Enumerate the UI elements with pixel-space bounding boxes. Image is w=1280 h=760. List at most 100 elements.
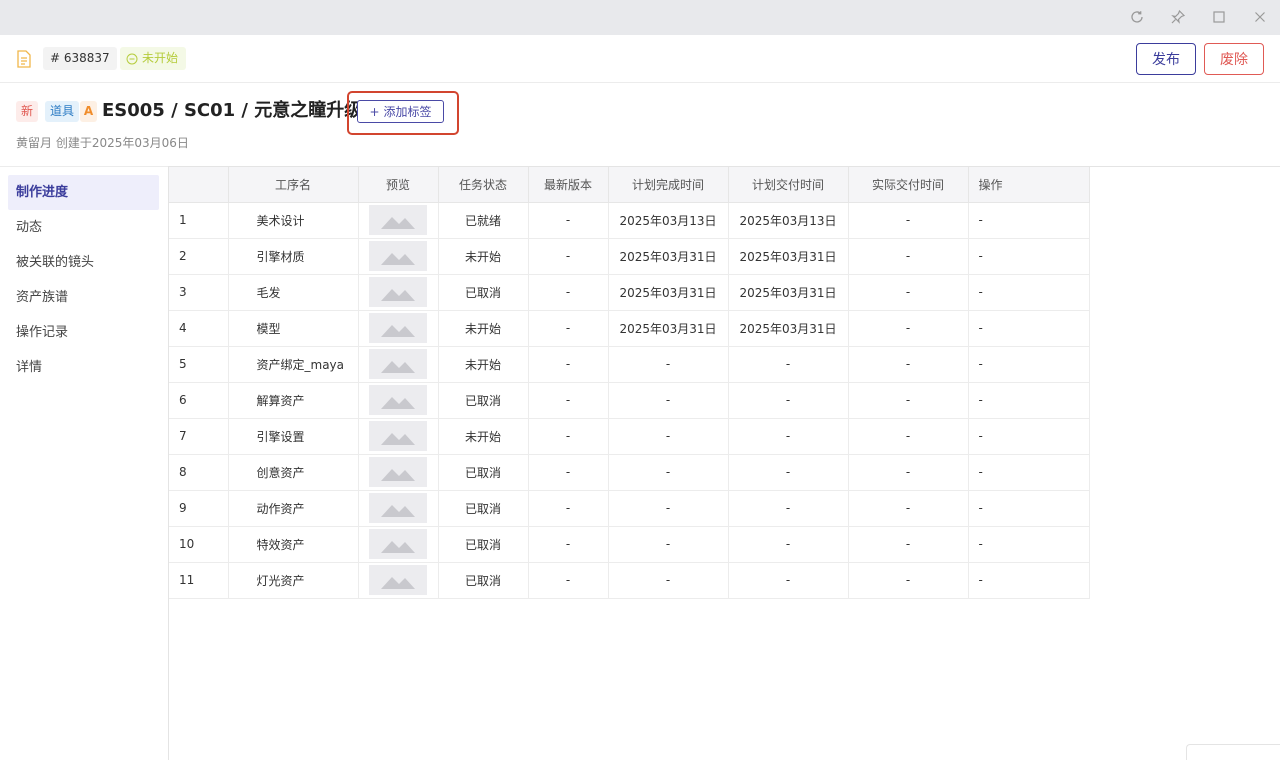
planned-delivery-date: 2025年03月31日	[728, 310, 849, 347]
sidebar-item-linked-shots[interactable]: 被关联的镜头	[8, 245, 159, 280]
image-placeholder-icon[interactable]	[369, 457, 427, 487]
sidebar-item-asset-lineage[interactable]: 资产族谱	[8, 280, 159, 315]
process-name: 毛发	[228, 274, 359, 311]
row-actions: -	[968, 382, 1090, 419]
image-placeholder-icon[interactable]	[369, 529, 427, 559]
table-row[interactable]: 6 解算资产 已取消 - - - - -	[169, 382, 1090, 419]
row-index: 10	[169, 526, 229, 563]
sidebar-item-activity[interactable]: 动态	[8, 210, 159, 245]
image-placeholder-icon[interactable]	[369, 493, 427, 523]
col-task-status[interactable]: 任务状态	[438, 167, 529, 203]
col-actual-delivery[interactable]: 实际交付时间	[848, 167, 969, 203]
table-row[interactable]: 7 引擎设置 未开始 - - - - -	[169, 418, 1090, 455]
table-row[interactable]: 3 毛发 已取消 -2025年03月31日 2025年03月31日 - -	[169, 274, 1090, 311]
progress-table: 工序名 预览 任务状态 最新版本 计划完成时间 计划交付时间 实际交付时间 操作…	[169, 167, 1090, 599]
actual-delivery-date: -	[848, 490, 969, 527]
process-name: 引擎材质	[228, 238, 359, 275]
image-placeholder-icon[interactable]	[369, 385, 427, 415]
table-row[interactable]: 10 特效资产 已取消 - - - - -	[169, 526, 1090, 563]
row-index: 3	[169, 274, 229, 311]
image-placeholder-icon[interactable]	[369, 313, 427, 343]
table-row[interactable]: 2 引擎材质 未开始 -2025年03月31日 2025年03月31日 - -	[169, 238, 1090, 275]
sidebar: 制作进度 动态 被关联的镜头 资产族谱 操作记录 详情	[0, 166, 168, 760]
latest-version: -	[528, 562, 609, 599]
preview-cell	[358, 526, 439, 563]
close-icon[interactable]	[1249, 6, 1271, 28]
row-index: 11	[169, 562, 229, 599]
actual-delivery-date: -	[848, 562, 969, 599]
sidebar-item-progress[interactable]: 制作进度	[8, 175, 159, 210]
table-row[interactable]: 4 模型 未开始 -2025年03月31日 2025年03月31日 - -	[169, 310, 1090, 347]
row-index: 4	[169, 310, 229, 347]
row-actions: -	[968, 490, 1090, 527]
row-index: 8	[169, 454, 229, 491]
row-index: 1	[169, 202, 229, 239]
table-row[interactable]: 5 资产绑定_maya 未开始 - - - - -	[169, 346, 1090, 383]
task-status: 已取消	[438, 562, 529, 599]
sidebar-item-operation-log[interactable]: 操作记录	[8, 315, 159, 350]
row-actions: -	[968, 202, 1090, 239]
table-row[interactable]: 11 灯光资产 已取消 - - - - -	[169, 562, 1090, 599]
image-placeholder-icon[interactable]	[369, 277, 427, 307]
image-placeholder-icon[interactable]	[369, 349, 427, 379]
planned-delivery-date: 2025年03月13日	[728, 202, 849, 239]
planned-delivery-date: -	[728, 526, 849, 563]
progress-table-panel: 工序名 预览 任务状态 最新版本 计划完成时间 计划交付时间 实际交付时间 操作…	[168, 166, 1280, 760]
planned-completion-date: -	[608, 418, 729, 455]
table-row[interactable]: 8 创意资产 已取消 - - - - -	[169, 454, 1090, 491]
col-actions: 操作	[968, 167, 1090, 203]
image-placeholder-icon[interactable]	[369, 565, 427, 595]
col-latest-version[interactable]: 最新版本	[528, 167, 609, 203]
planned-completion-date: -	[608, 562, 729, 599]
latest-version: -	[528, 202, 609, 239]
planned-completion-date: -	[608, 526, 729, 563]
process-name: 美术设计	[228, 202, 359, 239]
refresh-icon[interactable]	[1126, 6, 1148, 28]
col-preview: 预览	[358, 167, 439, 203]
discard-button[interactable]: 废除	[1204, 43, 1264, 75]
table-row[interactable]: 1 美术设计 已就绪 -2025年03月13日 2025年03月13日 - -	[169, 202, 1090, 239]
actual-delivery-date: -	[848, 310, 969, 347]
task-status: 已取消	[438, 454, 529, 491]
process-name: 创意资产	[228, 454, 359, 491]
row-index: 6	[169, 382, 229, 419]
col-planned-delivery[interactable]: 计划交付时间	[728, 167, 849, 203]
task-status: 已就绪	[438, 202, 529, 239]
process-name: 模型	[228, 310, 359, 347]
row-actions: -	[968, 310, 1090, 347]
col-index	[169, 167, 229, 203]
image-placeholder-icon[interactable]	[369, 205, 427, 235]
table-row[interactable]: 9 动作资产 已取消 - - - - -	[169, 490, 1090, 527]
row-index: 5	[169, 346, 229, 383]
task-status: 已取消	[438, 274, 529, 311]
add-tag-button[interactable]: + 添加标签	[357, 100, 444, 123]
process-name: 解算资产	[228, 382, 359, 419]
tag-grade: A	[80, 101, 97, 122]
preview-cell	[358, 346, 439, 383]
planned-completion-date: 2025年03月31日	[608, 310, 729, 347]
maximize-icon[interactable]	[1208, 6, 1230, 28]
image-placeholder-icon[interactable]	[369, 421, 427, 451]
add-tag-label: 添加标签	[383, 105, 432, 119]
tag-new: 新	[16, 101, 39, 122]
latest-version: -	[528, 238, 609, 275]
col-planned-completion[interactable]: 计划完成时间	[608, 167, 729, 203]
pin-icon[interactable]	[1167, 6, 1189, 28]
row-actions: -	[968, 238, 1090, 275]
image-placeholder-icon[interactable]	[369, 241, 427, 271]
process-name: 引擎设置	[228, 418, 359, 455]
planned-delivery-date: 2025年03月31日	[728, 238, 849, 275]
row-actions: -	[968, 454, 1090, 491]
task-status: 未开始	[438, 418, 529, 455]
actual-delivery-date: -	[848, 526, 969, 563]
process-name: 资产绑定_maya	[228, 346, 359, 383]
sidebar-item-details[interactable]: 详情	[8, 350, 159, 385]
publish-button[interactable]: 发布	[1136, 43, 1196, 75]
document-icon	[17, 50, 31, 68]
actual-delivery-date: -	[848, 454, 969, 491]
row-actions: -	[968, 562, 1090, 599]
row-actions: -	[968, 418, 1090, 455]
col-process-name[interactable]: 工序名	[228, 167, 359, 203]
task-status: 已取消	[438, 490, 529, 527]
task-status: 已取消	[438, 382, 529, 419]
